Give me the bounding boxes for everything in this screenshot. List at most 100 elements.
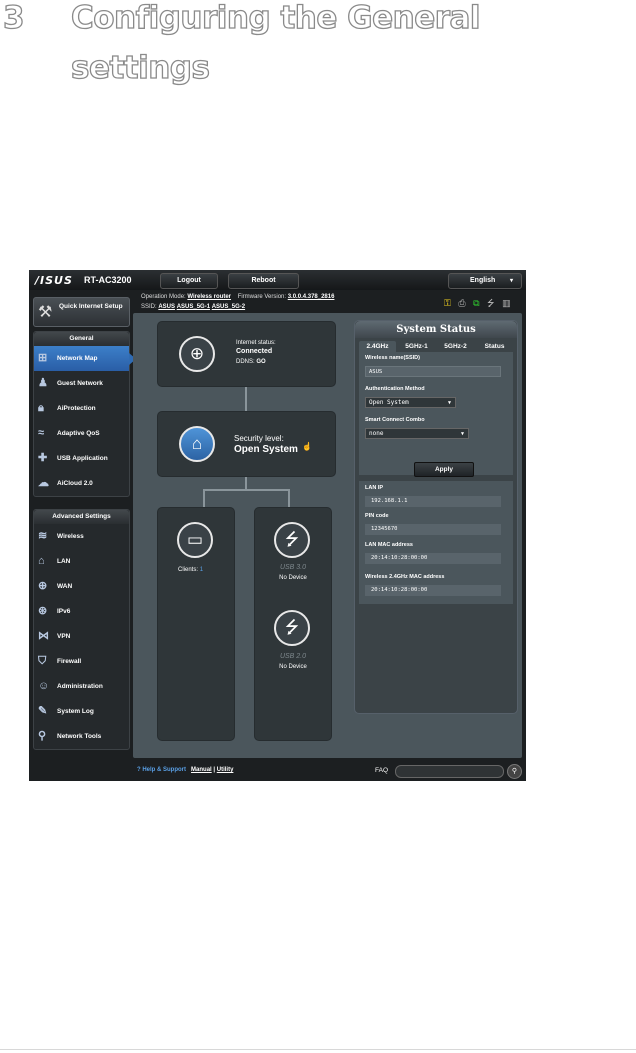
printer-icon[interactable]: ⎙ bbox=[458, 298, 465, 308]
cursor-icon: ☝ bbox=[302, 442, 312, 451]
menu-item-aicloud[interactable]: ☁ AiCloud 2.0 bbox=[34, 471, 129, 496]
clients-count[interactable]: 1 bbox=[200, 567, 203, 573]
wifi-icon: ≋ bbox=[38, 530, 48, 542]
device-icon[interactable]: ▥ bbox=[502, 298, 511, 308]
operation-mode-link[interactable]: Wireless router bbox=[187, 294, 231, 300]
ddns-value[interactable]: GO bbox=[256, 359, 265, 365]
faq-label: FAQ bbox=[375, 767, 389, 774]
menu-item-network-map[interactable]: ⊞ Network Map bbox=[34, 346, 136, 371]
router-web-gui-screenshot: /ISUS RT-AC3200 Logout Reboot English ▾ … bbox=[29, 270, 526, 781]
system-status-tabs: 2.4GHz 5GHz-1 5GHz-2 Status bbox=[359, 341, 513, 352]
wand-icon: ⚒ bbox=[38, 304, 53, 321]
home-icon: ⌂ bbox=[38, 555, 45, 567]
security-level-label: Security level: bbox=[234, 434, 284, 443]
ssid-link-2[interactable]: ASUS_5G-1 bbox=[177, 304, 210, 310]
clients-info: Clients: 1 bbox=[178, 567, 203, 573]
quick-internet-setup-button[interactable]: ⚒ Quick Internet Setup bbox=[33, 297, 130, 327]
pin-code-label: PIN code bbox=[365, 513, 389, 519]
guest-network-icon: ♟ bbox=[38, 377, 48, 389]
menu-item-aiprotection[interactable]: 🔒︎ AiProtection bbox=[34, 396, 129, 421]
pin-code-value: 12345670 bbox=[365, 524, 501, 535]
auth-method-select[interactable]: Open System ▼ bbox=[365, 397, 456, 408]
chapter-title-line-2: settings bbox=[70, 49, 210, 86]
connector-line bbox=[288, 489, 290, 507]
router-status-panel[interactable]: ⌂ Security level: Open System ☝ bbox=[157, 411, 336, 477]
reboot-button[interactable]: Reboot bbox=[228, 273, 299, 289]
chevron-down-icon: ▾ bbox=[510, 278, 514, 284]
language-select[interactable]: English ▾ bbox=[448, 273, 522, 289]
system-status-panel: System Status 2.4GHz 5GHz-1 5GHz-2 Statu… bbox=[354, 320, 518, 714]
manual-link[interactable]: Manual bbox=[191, 767, 212, 773]
menu-item-administration[interactable]: ☺ Administration bbox=[34, 674, 129, 699]
page-footer-divider bbox=[0, 1049, 636, 1050]
menu-item-guest-network[interactable]: ♟ Guest Network bbox=[34, 371, 129, 396]
smart-connect-select[interactable]: none ▼ bbox=[365, 428, 469, 439]
lan-ip-value: 192.168.1.1 bbox=[365, 496, 501, 507]
menu-item-lan[interactable]: ⌂ LAN bbox=[34, 549, 129, 574]
chapter-title-line-1: Configuring the General bbox=[70, 0, 481, 37]
menu-item-usb-application[interactable]: ✚ USB Application bbox=[34, 446, 129, 471]
status-icons: ⚿ ⎙ ⧉ ⭍ ▥ bbox=[444, 296, 516, 312]
smart-connect-label: Smart Connect Combo bbox=[365, 417, 425, 423]
usb-2-label: USB 2.0 bbox=[279, 653, 307, 660]
clients-panel[interactable]: ▭ Clients: 1 bbox=[157, 507, 235, 741]
connector-line bbox=[203, 489, 289, 491]
operation-mode-label: Operation Mode: bbox=[141, 294, 186, 300]
menu-item-vpn[interactable]: ⋈ VPN bbox=[34, 624, 129, 649]
globe-icon: ⊕ bbox=[38, 580, 48, 592]
firmware-link[interactable]: 3.0.0.4.378_2816 bbox=[288, 294, 335, 300]
usb-icon[interactable]: ⭍ bbox=[487, 298, 495, 308]
logout-button[interactable]: Logout bbox=[160, 273, 218, 289]
ssid-link-3[interactable]: ASUS_5G-2 bbox=[212, 304, 245, 310]
menu-item-label: Administration bbox=[57, 683, 103, 690]
operation-mode-info: Operation Mode: Wireless router Firmware… bbox=[141, 294, 334, 300]
usb-icon[interactable]: ⭍ bbox=[274, 522, 310, 558]
key-icon[interactable]: ⚿ bbox=[444, 298, 451, 308]
tools-icon: ⚲ bbox=[38, 730, 47, 742]
ssid-link-1[interactable]: ASUS bbox=[158, 304, 175, 310]
ssid-input[interactable]: ASUS bbox=[365, 366, 501, 377]
menu-item-adaptive-qos[interactable]: ≈ Adaptive QoS bbox=[34, 421, 129, 446]
menu-item-ipv6[interactable]: ⊛ IPv6 bbox=[34, 599, 129, 624]
tab-5ghz-1[interactable]: 5GHz-1 bbox=[398, 341, 435, 352]
menu-item-wan[interactable]: ⊕ WAN bbox=[34, 574, 129, 599]
lan-ip-label: LAN IP bbox=[365, 485, 384, 491]
menu-item-label: VPN bbox=[57, 633, 71, 640]
menu-item-system-log[interactable]: ✎ System Log bbox=[34, 699, 129, 724]
internet-status-panel[interactable]: ⊕ Internet status: Connected DDNS: GO bbox=[157, 321, 336, 387]
search-icon[interactable]: ⚲ bbox=[507, 764, 522, 779]
menu-item-wireless[interactable]: ≋ Wireless bbox=[34, 524, 129, 549]
menu-item-label: Adaptive QoS bbox=[57, 430, 100, 437]
usb-icon[interactable]: ⭍ bbox=[274, 610, 310, 646]
tab-5ghz-2[interactable]: 5GHz-2 bbox=[437, 341, 474, 352]
chapter-number: 3 bbox=[2, 0, 25, 37]
help-support-area: ? Help & Support Manual | Utility bbox=[137, 767, 233, 773]
network-icon[interactable]: ⧉ bbox=[473, 298, 479, 308]
ddns-label: DDNS: bbox=[236, 359, 255, 365]
globe-icon: ⊕ bbox=[179, 336, 215, 372]
menu-item-label: IPv6 bbox=[57, 608, 71, 615]
menu-item-label: AiCloud 2.0 bbox=[57, 480, 93, 487]
wireless-mac-label: Wireless 2.4GHz MAC address bbox=[365, 574, 445, 580]
wireless-mac-value: 20:14:10:28:00:00 bbox=[365, 585, 501, 596]
general-menu-title: General bbox=[34, 332, 129, 346]
help-support-label: Help & Support bbox=[142, 767, 187, 773]
general-menu: General ⊞ Network Map ♟ Guest Network 🔒︎ Ai… bbox=[33, 331, 136, 497]
menu-item-firewall[interactable]: ⛉ Firewall bbox=[34, 649, 129, 674]
asus-logo: /ISUS bbox=[35, 274, 73, 287]
menu-item-network-tools[interactable]: ⚲ Network Tools bbox=[34, 724, 129, 749]
network-map-icon: ⊞ bbox=[38, 352, 48, 364]
tab-2-4ghz[interactable]: 2.4GHz bbox=[359, 341, 396, 352]
apply-button[interactable]: Apply bbox=[414, 462, 474, 477]
top-bar: /ISUS RT-AC3200 Logout Reboot English ▾ bbox=[29, 270, 526, 290]
utility-link[interactable]: Utility bbox=[217, 767, 234, 773]
faq-search-input[interactable] bbox=[395, 765, 504, 778]
menu-item-label: USB Application bbox=[57, 455, 108, 462]
menu-item-label: System Log bbox=[57, 708, 94, 715]
help-icon: ? bbox=[137, 767, 141, 773]
tab-status[interactable]: Status bbox=[476, 341, 513, 352]
connector-line bbox=[245, 385, 247, 411]
puzzle-icon: ✚ bbox=[38, 452, 48, 464]
menu-item-label: Network Map bbox=[57, 355, 98, 362]
ssid-info: SSID: ASUS ASUS_5G-1 ASUS_5G-2 bbox=[141, 304, 245, 310]
